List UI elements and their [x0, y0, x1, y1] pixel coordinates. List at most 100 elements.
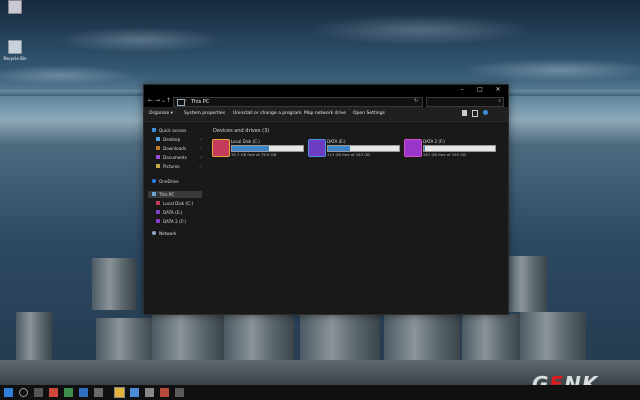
desktop-icon-user[interactable]	[2, 0, 28, 16]
drive-e-icon	[156, 210, 160, 214]
address-row: ← → ⌄ ↑ › This PC ↻ ⌕	[144, 95, 508, 107]
drive-name: DATA 2 (F:)	[423, 139, 445, 144]
drive-f-icon	[156, 219, 160, 223]
drive-tile-data-e[interactable]: DATA (E:) 113 GB free of 163 GB	[308, 139, 400, 159]
user-folder-icon	[8, 0, 22, 14]
sidebar-item-data-e[interactable]: DATA (E:)	[148, 209, 202, 216]
drive-usage-fill	[424, 146, 426, 151]
drive-tile-local-disk-c[interactable]: Local Disk (C:) 35.7 GB free of 75.0 GB	[212, 139, 304, 159]
command-bar: Organize ▾ System properties Uninstall o…	[144, 107, 508, 122]
file-explorer-icon[interactable]	[114, 387, 125, 398]
help-icon[interactable]	[483, 110, 488, 115]
drive-c-icon	[156, 201, 160, 205]
close-button[interactable]: ✕	[490, 85, 506, 95]
sidebar-item-desktop[interactable]: Desktop ⟋	[148, 136, 202, 143]
taskbar	[0, 385, 640, 400]
drive-usage-fill	[328, 146, 350, 151]
pin-icon: ⟋	[199, 146, 202, 151]
drive-usage-bar	[231, 145, 304, 152]
start-icon[interactable]	[4, 388, 13, 397]
sidebar-item-quick-access[interactable]: Quick access	[148, 127, 202, 134]
documents-icon	[156, 155, 160, 159]
app-icon[interactable]	[145, 388, 154, 397]
sidebar-item-label: Documents	[163, 155, 187, 160]
search-icon[interactable]	[19, 388, 28, 397]
forward-button[interactable]: →	[155, 97, 160, 104]
this-pc-icon	[152, 192, 156, 196]
view-options-icon[interactable]	[462, 110, 467, 116]
drive-e-icon	[308, 139, 326, 157]
downloads-icon	[156, 146, 160, 150]
star-icon	[152, 128, 156, 132]
sidebar-item-label: Desktop	[163, 137, 181, 142]
app-icon[interactable]	[160, 388, 169, 397]
desktop-icon-label: Recycle Bin	[3, 56, 27, 61]
desktop-icon-recycle-bin[interactable]: Recycle Bin	[2, 40, 28, 61]
sidebar-item-data-2-f[interactable]: DATA 2 (F:)	[148, 218, 202, 225]
pin-icon: ⟋	[199, 137, 202, 142]
app-icon[interactable]	[175, 388, 184, 397]
drive-tile-data-2-f[interactable]: DATA 2 (F:) 287 GB free of 290 GB	[404, 139, 496, 159]
app-icon[interactable]	[94, 388, 103, 397]
desktop-icon	[156, 137, 160, 141]
drive-free-space: 113 GB free of 163 GB	[327, 152, 370, 157]
sidebar-item-documents[interactable]: Documents ⟋	[148, 154, 202, 161]
minimize-button[interactable]: –	[454, 85, 470, 95]
chevron-right-icon: ›	[185, 98, 187, 104]
system-properties-button[interactable]: System properties	[184, 111, 225, 116]
sidebar-item-label: This PC	[159, 192, 175, 197]
task-view-icon[interactable]	[34, 388, 43, 397]
back-button[interactable]: ←	[148, 97, 153, 104]
search-icon: ⌕	[498, 98, 501, 104]
onedrive-icon	[152, 179, 156, 183]
sidebar-item-this-pc[interactable]: This PC	[148, 191, 202, 198]
file-explorer-window[interactable]: – □ ✕ ← → ⌄ ↑ › This PC ↻ ⌕ Organize ▾ S…	[143, 84, 509, 315]
breadcrumb[interactable]: This PC	[191, 99, 209, 105]
sidebar-item-label: Downloads	[163, 146, 186, 151]
drive-f-icon	[404, 139, 422, 157]
recycle-bin-icon	[8, 40, 22, 54]
pictures-icon	[156, 164, 160, 168]
maximize-button[interactable]: □	[472, 85, 488, 95]
preview-pane-icon[interactable]	[472, 110, 478, 117]
sidebar-item-label: Pictures	[163, 164, 180, 169]
sidebar-item-local-disk-c[interactable]: Local Disk (C:)	[148, 200, 202, 207]
title-bar[interactable]: – □ ✕	[144, 85, 508, 95]
pin-icon: ⟋	[199, 155, 202, 160]
drive-usage-bar	[423, 145, 496, 152]
sidebar-item-label: DATA 2 (F:)	[163, 219, 186, 224]
app-icon[interactable]	[79, 388, 88, 397]
drive-name: Local Disk (C:)	[231, 139, 260, 144]
open-settings-button[interactable]: Open Settings	[353, 111, 385, 116]
organize-button[interactable]: Organize ▾	[149, 111, 173, 116]
navigation-pane: Quick access Desktop ⟋ Downloads ⟋ Docum…	[144, 122, 202, 314]
pin-icon: ⟋	[199, 164, 202, 169]
drive-name: DATA (E:)	[327, 139, 346, 144]
map-network-drive-button[interactable]: Map network drive	[304, 111, 346, 116]
this-pc-icon	[177, 99, 185, 106]
app-icon[interactable]	[130, 388, 139, 397]
address-bar[interactable]: › This PC ↻	[173, 97, 423, 107]
uninstall-program-button[interactable]: Uninstall or change a program	[233, 111, 301, 116]
drive-usage-fill	[232, 146, 269, 151]
up-button[interactable]: ↑	[166, 97, 171, 104]
search-input[interactable]: ⌕	[426, 97, 504, 107]
drive-free-space: 287 GB free of 290 GB	[423, 152, 466, 157]
sidebar-item-label: Network	[159, 231, 177, 236]
sidebar-item-label: Local Disk (C:)	[163, 201, 194, 206]
sidebar-item-downloads[interactable]: Downloads ⟋	[148, 145, 202, 152]
group-header[interactable]: Devices and drives (3)	[213, 128, 269, 134]
content-pane: Devices and drives (3) Local Disk (C:) 3…	[204, 122, 507, 314]
refresh-icon[interactable]: ↻	[414, 98, 418, 104]
app-icon[interactable]	[64, 388, 73, 397]
drive-free-space: 35.7 GB free of 75.0 GB	[231, 152, 277, 157]
app-icon[interactable]	[49, 388, 58, 397]
sidebar-item-onedrive[interactable]: OneDrive	[148, 178, 202, 185]
sidebar-item-label: Quick access	[159, 128, 187, 133]
drive-c-icon	[212, 139, 230, 157]
sidebar-item-network[interactable]: Network	[148, 230, 202, 237]
sidebar-item-label: DATA (E:)	[163, 210, 183, 215]
network-icon	[152, 231, 156, 235]
drive-usage-bar	[327, 145, 400, 152]
sidebar-item-pictures[interactable]: Pictures ⟋	[148, 163, 202, 170]
